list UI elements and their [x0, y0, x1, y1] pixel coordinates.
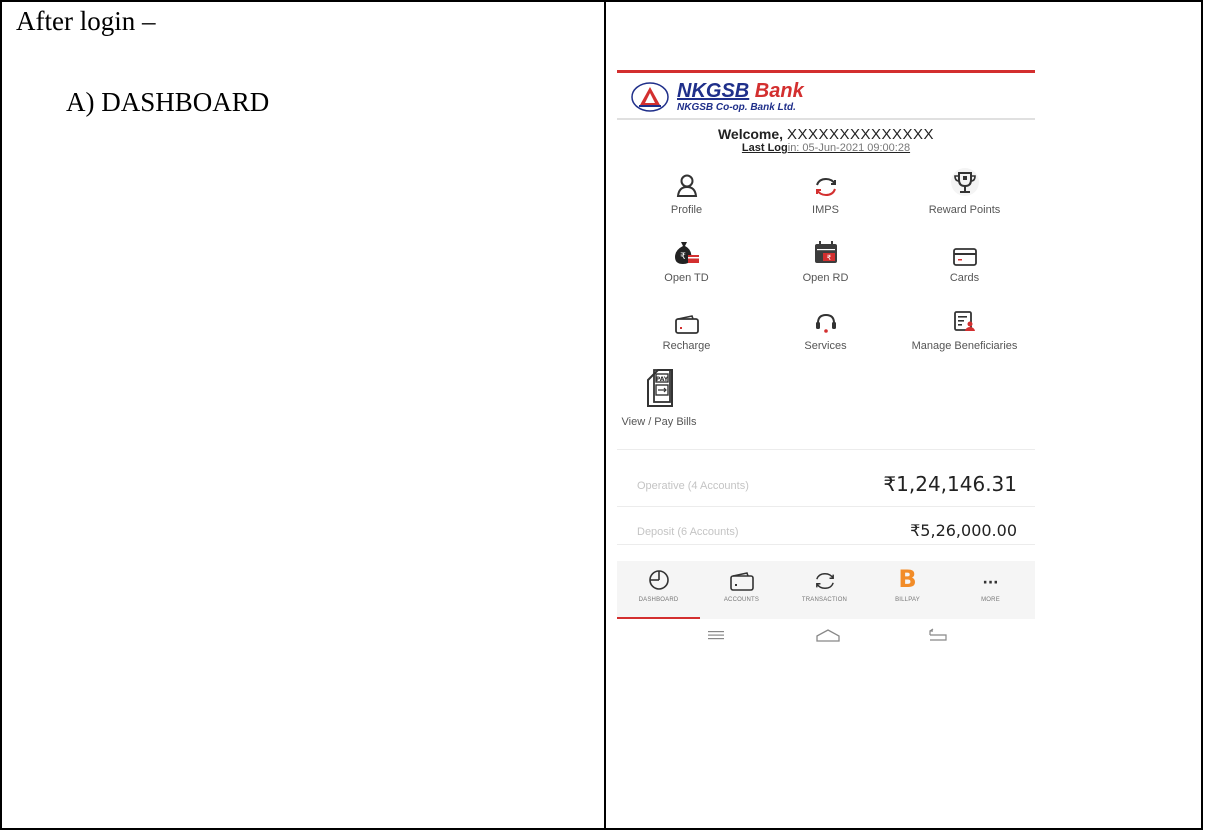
account-type-label: Deposit (6 Accounts) [637, 526, 739, 538]
svg-text:PAY: PAY [656, 376, 669, 383]
nav-transaction[interactable]: TRANSACTION [783, 561, 866, 619]
card-icon [952, 248, 977, 266]
tile-label: Cards [949, 272, 980, 284]
transfer-arrows-icon [815, 572, 834, 590]
nav-accounts[interactable]: ACCOUNTS [700, 561, 783, 619]
tile-recharge[interactable]: Recharge [617, 294, 756, 352]
pie-chart-icon [648, 570, 669, 590]
billpay-b-icon: B [898, 565, 917, 593]
tile-label: Services [804, 340, 847, 352]
last-login-label: Last Log [741, 142, 788, 154]
tile-label: IMPS [812, 204, 839, 216]
pay-bill-icon: PAY [647, 369, 673, 407]
svg-text:₹: ₹ [826, 254, 831, 262]
user-name: XXXXXXXXXXXXXX [786, 126, 935, 143]
home-icon [816, 629, 840, 642]
nav-billpay[interactable]: B BILLPAY [866, 561, 949, 619]
account-summary-operative[interactable]: Operative (4 Accounts) ₹1,24,146.31 [637, 468, 1017, 504]
app-screenshot: NKGSB Bank NKGSB Co-op. Bank Ltd. Welcom… [617, 70, 1035, 670]
trophy-icon [950, 168, 979, 196]
more-dots-icon: ··· [982, 575, 999, 591]
headset-icon [815, 313, 836, 333]
recents-icon [708, 631, 724, 640]
welcome-prefix: Welcome, [717, 126, 784, 142]
tile-label: Manage Beneficiaries [911, 340, 1018, 352]
active-tab-indicator [617, 617, 700, 619]
system-nav-bar [617, 621, 1035, 651]
nav-label: DASHBOARD [638, 597, 679, 603]
app-header: NKGSB Bank NKGSB Co-op. Bank Ltd. [631, 80, 804, 114]
wallet-icon [729, 572, 754, 591]
brand-name-part1: NKGSB [677, 80, 750, 102]
nav-label: BILLPAY [895, 597, 920, 603]
tile-imps[interactable]: IMPS [756, 158, 895, 216]
section-divider [617, 449, 1035, 450]
brand-name-part2: Bank [754, 80, 804, 102]
person-icon [676, 174, 697, 197]
nav-label: TRANSACTION [801, 597, 848, 603]
tile-manage-beneficiaries[interactable]: Manage Beneficiaries [895, 294, 1034, 352]
bank-logo-icon [631, 82, 669, 112]
bottom-nav: DASHBOARD ACCOUNTS TRANSACTION B BILLPAY… [617, 561, 1035, 619]
calendar-icon: ₹ [814, 241, 837, 263]
back-button[interactable] [923, 625, 953, 645]
recents-button[interactable] [701, 625, 731, 645]
welcome-text: Welcome, XXXXXXXXXXXXXX [617, 126, 1035, 143]
row-divider [617, 544, 1035, 545]
tile-cards[interactable]: Cards [895, 226, 1034, 284]
brand-subtitle: NKGSB Co-op. Bank Ltd. [677, 102, 796, 113]
tile-label: Profile [670, 204, 703, 216]
last-login: Last Login: 05-Jun-2021 09:00:28 [617, 142, 1035, 154]
document-heading: After login – [16, 6, 156, 36]
header-divider [617, 118, 1035, 120]
tile-label: Open RD [802, 272, 849, 284]
tile-profile[interactable]: Profile [617, 158, 756, 216]
transfer-arrows-icon [815, 177, 836, 197]
account-balance: ₹1,24,146.31 [883, 472, 1017, 496]
nav-label: ACCOUNTS [723, 597, 760, 603]
tile-reward-points[interactable]: Reward Points [895, 158, 1034, 216]
brand-name: NKGSB Bank [677, 81, 804, 101]
home-button[interactable] [813, 625, 843, 645]
beneficiary-doc-icon [953, 311, 975, 331]
money-bag-icon: ₹ [674, 242, 699, 264]
left-cell: After login – A) DASHBOARD [0, 0, 604, 830]
tile-open-td[interactable]: ₹ Open TD [617, 226, 756, 284]
tile-services[interactable]: Services [756, 294, 895, 352]
wallet-icon [674, 315, 699, 334]
nav-dashboard[interactable]: DASHBOARD [617, 561, 700, 619]
tile-label: View / Pay Bills [621, 416, 697, 428]
tile-label: Open TD [664, 272, 709, 284]
top-accent-bar [617, 70, 1035, 73]
svg-text:₹: ₹ [680, 252, 686, 262]
table-divider [604, 0, 606, 830]
back-icon [929, 628, 947, 641]
account-type-label: Operative (4 Accounts) [637, 480, 749, 492]
row-divider [617, 506, 1035, 507]
section-title: A) DASHBOARD [66, 87, 270, 117]
nav-more[interactable]: ··· MORE [949, 561, 1032, 619]
last-login-value: in: 05-Jun-2021 09:00:28 [787, 142, 911, 154]
nav-label: MORE [981, 597, 1000, 603]
tile-label: Reward Points [928, 204, 1001, 216]
tile-view-pay-bills[interactable]: PAY View / Pay Bills [617, 364, 701, 428]
account-balance: ₹5,26,000.00 [910, 521, 1017, 540]
tile-label: Recharge [662, 340, 711, 352]
tile-open-rd[interactable]: ₹ Open RD [756, 226, 895, 284]
